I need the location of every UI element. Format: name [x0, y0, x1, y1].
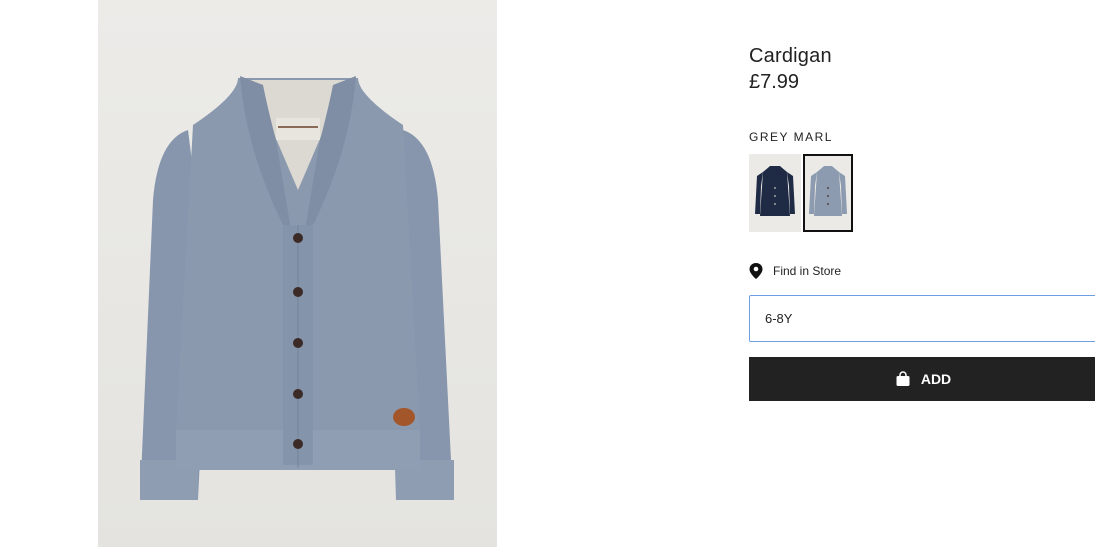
- grey-cardigan-thumbnail: [809, 166, 847, 216]
- navy-cardigan-thumbnail: [755, 166, 795, 216]
- shopping-bag-icon: [896, 371, 910, 386]
- product-details: Cardigan £7.99 GREY MARL Find in Store 6…: [749, 0, 1095, 547]
- add-button-label: ADD: [920, 371, 952, 387]
- size-select[interactable]: 6-8Y: [749, 295, 1095, 342]
- product-image[interactable]: [98, 0, 497, 547]
- location-pin-icon: [749, 263, 763, 279]
- find-in-store-label: Find in Store: [773, 264, 842, 278]
- product-price: £7.99: [749, 71, 800, 93]
- add-to-bag-button[interactable]: ADD: [749, 357, 1095, 401]
- find-in-store-link[interactable]: Find in Store: [749, 262, 841, 280]
- swatch-navy[interactable]: [749, 154, 801, 232]
- color-label: GREY MARL: [749, 130, 833, 144]
- product-title: Cardigan: [749, 45, 832, 67]
- cardigan-illustration: [140, 76, 454, 500]
- swatch-grey-marl[interactable]: [803, 154, 853, 232]
- size-select-value: 6-8Y: [765, 311, 793, 326]
